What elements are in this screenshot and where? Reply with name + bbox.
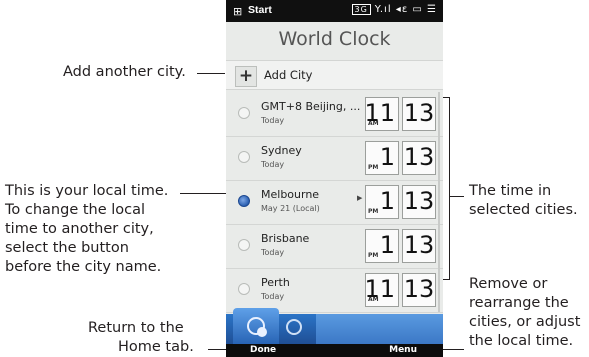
start-label[interactable]: Start: [248, 4, 272, 16]
city-name: Melbourne: [261, 188, 320, 201]
hour-display: AM 11: [364, 273, 399, 307]
leader-add-city: [197, 73, 225, 74]
network-3g-icon: 3G: [351, 4, 371, 15]
city-date: Today: [261, 248, 285, 257]
city-date: Today: [261, 160, 285, 169]
ampm-label: PM: [368, 164, 379, 171]
annotation-line: Remove or: [469, 276, 548, 292]
done-softkey[interactable]: Done: [250, 345, 276, 355]
annotation-line: To change the local: [5, 202, 146, 218]
softkey-bar: Done Menu: [226, 344, 443, 357]
city-date: Today: [261, 292, 285, 301]
city-row[interactable]: GMT+8 Beijing, ... Today AM 11 13: [226, 92, 443, 137]
hour-digits: 11: [364, 99, 395, 127]
add-city-label: Add City: [264, 68, 313, 82]
city-row[interactable]: Sydney Today PM 1 13: [226, 136, 443, 181]
hour-digits: 1: [379, 187, 395, 215]
bracket-bottom: [443, 279, 450, 280]
minute-digits: 13: [403, 187, 435, 215]
annotation-add-city: Add another city.: [63, 64, 186, 80]
minute-display: 13: [402, 141, 436, 175]
annotation-line: Return to the: [88, 320, 184, 336]
hour-display[interactable]: PM 1: [365, 185, 399, 219]
annotation-line: selected cities.: [469, 202, 578, 218]
phone-screen: ⊞ Start 3G Y.ıl ◂ɛ ▭ ☰ World Clock + Add …: [226, 0, 443, 357]
scrollbar[interactable]: [438, 92, 440, 312]
hour-display: PM 1: [365, 229, 399, 263]
minute-digits: 13: [403, 275, 435, 303]
city-radio-button[interactable]: [238, 283, 250, 295]
tab-bar-strip: [316, 314, 443, 344]
add-city-button[interactable]: + Add City: [226, 60, 443, 90]
annotation-line: select the button: [5, 240, 129, 256]
hour-digits: 1: [379, 231, 395, 259]
annotation-line: The time in: [469, 183, 552, 199]
signal-volume-battery-icons: Y.ıl ◂ɛ ▭ ☰: [374, 4, 437, 15]
leader-time-cities: [450, 196, 464, 197]
annotation-line: Home tab.: [118, 339, 194, 355]
hour-display: AM 11: [364, 97, 399, 131]
hour-digits: 11: [364, 275, 395, 303]
tab-bar: [226, 308, 443, 344]
annotation-line: rearrange the: [469, 295, 569, 311]
city-radio-button[interactable]: [238, 239, 250, 251]
minute-display[interactable]: 13: [402, 185, 436, 219]
tab-world-clock[interactable]: [233, 308, 279, 344]
annotation-line: the local time.: [469, 333, 574, 349]
alarm-icon[interactable]: [286, 319, 302, 335]
city-row-local[interactable]: Melbourne May 21 (Local) ▶ PM 1 13: [226, 180, 443, 225]
windows-logo-icon[interactable]: ⊞: [233, 5, 242, 18]
bracket-top: [443, 97, 450, 98]
leader-local-time: [180, 193, 226, 194]
city-radio-button[interactable]: [238, 107, 250, 119]
city-name: Sydney: [261, 144, 302, 157]
minute-digits: 13: [403, 231, 435, 259]
hour-display: PM 1: [365, 141, 399, 175]
annotation-line: This is your local time.: [5, 183, 169, 199]
city-date: Today: [261, 116, 285, 125]
ampm-label: PM: [368, 252, 379, 259]
city-row[interactable]: Brisbane Today PM 1 13: [226, 224, 443, 269]
leader-return-home: [208, 349, 226, 350]
hour-digits: 1: [379, 143, 395, 171]
annotation-line: time to another city,: [5, 221, 154, 237]
annotation-line: before the city name.: [5, 259, 162, 275]
clock-badge: [257, 327, 267, 337]
minute-display: 13: [402, 229, 436, 263]
status-icons: 3G Y.ıl ◂ɛ ▭ ☰: [351, 4, 438, 15]
minute-display: 13: [402, 97, 436, 131]
minute-digits: 13: [403, 143, 435, 171]
bracket-vertical: [449, 97, 450, 279]
city-name: GMT+8 Beijing, ...: [261, 100, 361, 113]
annotation-line: cities, or adjust: [469, 314, 581, 330]
page-title: World Clock: [278, 28, 391, 50]
minute-display: 13: [402, 273, 436, 307]
expand-arrow-icon[interactable]: ▶: [357, 194, 362, 202]
minute-digits: 13: [403, 99, 435, 127]
city-name: Perth: [261, 276, 290, 289]
menu-softkey[interactable]: Menu: [389, 345, 417, 355]
city-date: May 21 (Local): [261, 204, 320, 213]
city-row[interactable]: Perth Today AM 11 13: [226, 268, 443, 313]
status-bar: ⊞ Start 3G Y.ıl ◂ɛ ▭ ☰: [226, 0, 443, 22]
ampm-label: PM: [368, 208, 379, 215]
city-name: Brisbane: [261, 232, 310, 245]
city-radio-button[interactable]: [238, 151, 250, 163]
city-radio-button-selected[interactable]: [238, 195, 250, 207]
plus-icon[interactable]: +: [235, 66, 257, 87]
